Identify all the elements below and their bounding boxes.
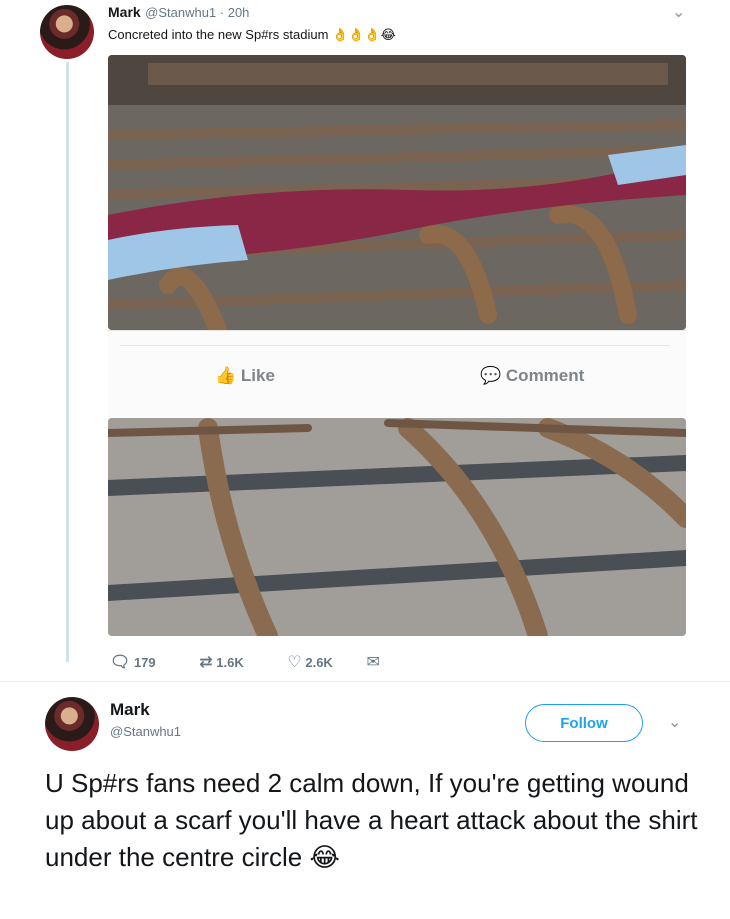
avatar[interactable] <box>45 697 99 751</box>
tweet-actions: 🗨 179 ⇄ 1.6K ♡ 2.6K ✉ <box>110 652 380 672</box>
laughing-emoji: 😂 <box>309 842 340 872</box>
tweet-text: U Sp#rs fans need 2 calm down, If you're… <box>45 765 705 876</box>
fb-comment-button[interactable]: 💬 Comment <box>480 366 584 386</box>
user-handle-time[interactable]: @Stanwhu1 · 20h <box>145 5 249 20</box>
follow-button[interactable]: Follow <box>525 704 643 742</box>
follow-label: Follow <box>560 714 608 732</box>
tweet-text: Concreted into the new Sp#rs stadium 👌👌👌… <box>108 27 396 43</box>
user-name[interactable]: Mark <box>110 700 150 720</box>
chevron-down-icon[interactable]: ⌄ <box>672 2 685 22</box>
retweet-count: 1.6K <box>216 655 244 670</box>
rebar-scarf-image <box>108 55 686 330</box>
reply-count: 179 <box>133 655 156 670</box>
fb-action-bar <box>108 330 686 419</box>
comment-icon: 💬 <box>480 366 502 385</box>
fb-like-button[interactable]: 👍 Like <box>215 366 275 386</box>
ok-hand-emoji: 👌 <box>364 27 381 42</box>
ok-hand-emoji: 👌 <box>332 27 349 42</box>
fb-like-label: Like <box>240 366 275 385</box>
thumbs-up-icon: 👍 <box>215 366 237 385</box>
reply-icon[interactable]: 🗨 <box>110 654 130 671</box>
tweet-photo-scarf[interactable] <box>108 55 686 330</box>
tweet-text-body: Concreted into the new Sp#rs stadium <box>108 27 329 42</box>
rebar-grid-image <box>108 418 686 636</box>
tweet-header: Mark @Stanwhu1 · 20h <box>108 4 249 22</box>
divider <box>0 681 730 682</box>
like-count: 2.6K <box>305 655 333 670</box>
thread-line <box>66 62 69 662</box>
ok-hand-emoji: 👌 <box>348 27 365 42</box>
envelope-icon[interactable]: ✉ <box>366 654 379 671</box>
heart-icon[interactable]: ♡ <box>287 654 301 671</box>
tweet-text-body: U Sp#rs fans need 2 calm down, If you're… <box>45 768 698 872</box>
avatar[interactable] <box>40 5 94 59</box>
laughing-emoji: 😂 <box>380 27 396 42</box>
retweet-icon[interactable]: ⇄ <box>199 654 212 671</box>
user-handle[interactable]: @Stanwhu1 <box>110 724 181 739</box>
fb-comment-label: Comment <box>505 366 585 385</box>
fb-divider <box>120 345 670 346</box>
chevron-down-icon[interactable]: ⌄ <box>668 712 681 732</box>
tweet-photo-rebar[interactable] <box>108 418 686 636</box>
user-name[interactable]: Mark <box>108 4 141 20</box>
